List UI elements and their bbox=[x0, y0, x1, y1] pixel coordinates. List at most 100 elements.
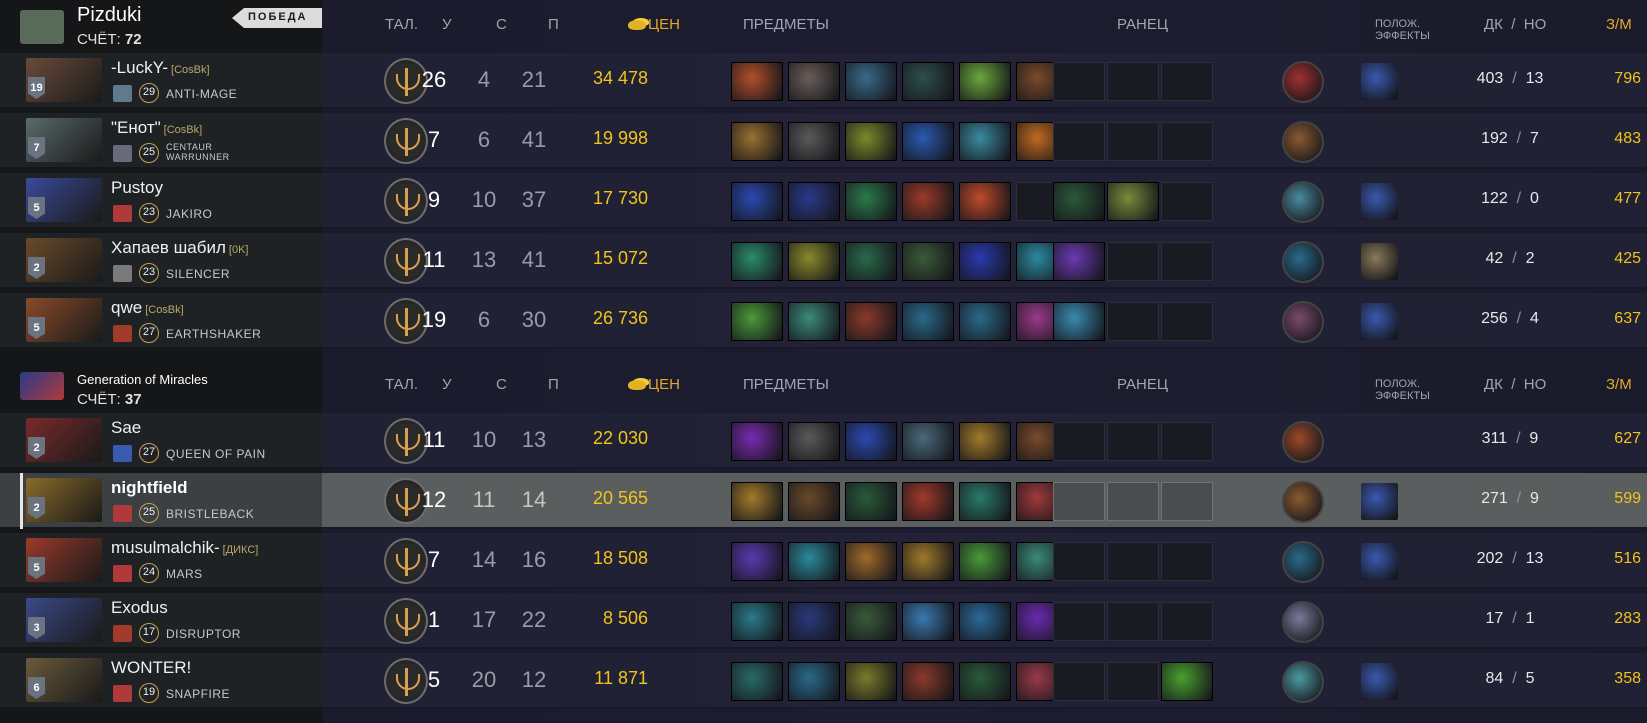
backpack-slot[interactable] bbox=[1161, 542, 1213, 581]
item-icon[interactable] bbox=[959, 602, 1011, 641]
neutral-item-icon[interactable] bbox=[1282, 241, 1324, 283]
backpack-item-icon[interactable] bbox=[1053, 242, 1105, 281]
item-icon[interactable] bbox=[902, 242, 954, 281]
item-icon[interactable] bbox=[731, 422, 783, 461]
neutral-item-icon[interactable] bbox=[1282, 421, 1324, 463]
stats-row[interactable]: 7 14 16 18 508 202 / 13 516 bbox=[322, 533, 1647, 589]
neutral-item-icon[interactable] bbox=[1282, 481, 1324, 523]
stats-row[interactable]: 11 10 13 22 030 311 / 9 627 bbox=[322, 413, 1647, 469]
player-name[interactable]: WONTER! bbox=[111, 658, 191, 678]
item-icon[interactable] bbox=[902, 482, 954, 521]
backpack-slot[interactable] bbox=[1053, 662, 1105, 701]
backpack-item-icon[interactable] bbox=[1053, 182, 1105, 221]
item-icon[interactable] bbox=[731, 242, 783, 281]
backpack-slot[interactable] bbox=[1107, 122, 1159, 161]
item-icon[interactable] bbox=[788, 602, 840, 641]
item-icon[interactable] bbox=[845, 302, 897, 341]
player-name[interactable]: Хапаев шабил [0K] bbox=[111, 238, 249, 258]
backpack-slot[interactable] bbox=[1107, 602, 1159, 641]
stats-row[interactable]: 11 13 41 15 072 42 / 2 425 bbox=[322, 233, 1647, 289]
backpack-slot[interactable] bbox=[1161, 602, 1213, 641]
player-name[interactable]: Sae bbox=[111, 418, 141, 438]
stats-row[interactable]: 26 4 21 34 478 403 / 13 796 bbox=[322, 53, 1647, 109]
backpack-slot[interactable] bbox=[1053, 542, 1105, 581]
backpack-item-icon[interactable] bbox=[1107, 182, 1159, 221]
neutral-item-icon[interactable] bbox=[1282, 121, 1324, 163]
player-row[interactable]: 19 -LuckY- [CosBk] 29 ANTI-MAGE bbox=[0, 53, 322, 109]
item-icon[interactable] bbox=[788, 482, 840, 521]
item-icon[interactable] bbox=[902, 662, 954, 701]
player-name[interactable]: Pustoy bbox=[111, 178, 163, 198]
neutral-item-icon[interactable] bbox=[1282, 61, 1324, 103]
item-icon[interactable] bbox=[731, 182, 783, 221]
player-name[interactable]: qwe [CosBk] bbox=[111, 298, 184, 318]
stats-row[interactable]: 1 17 22 8 506 17 / 1 283 bbox=[322, 593, 1647, 649]
backpack-slot[interactable] bbox=[1161, 242, 1213, 281]
item-icon[interactable] bbox=[788, 662, 840, 701]
backpack-slot[interactable] bbox=[1053, 62, 1105, 101]
item-icon[interactable] bbox=[959, 302, 1011, 341]
item-icon[interactable] bbox=[845, 422, 897, 461]
backpack-slot[interactable] bbox=[1161, 122, 1213, 161]
neutral-item-icon[interactable] bbox=[1282, 301, 1324, 343]
player-name[interactable]: nightfield bbox=[111, 478, 187, 498]
item-icon[interactable] bbox=[788, 422, 840, 461]
item-icon[interactable] bbox=[845, 542, 897, 581]
backpack-slot[interactable] bbox=[1161, 482, 1213, 521]
backpack-slot[interactable] bbox=[1107, 302, 1159, 341]
item-icon[interactable] bbox=[902, 62, 954, 101]
player-row[interactable]: 2 nightfield 25 BRISTLEBACK bbox=[0, 473, 322, 529]
item-icon[interactable] bbox=[902, 422, 954, 461]
player-name[interactable]: musulmalchik- [ДИКС] bbox=[111, 538, 258, 558]
item-icon[interactable] bbox=[845, 662, 897, 701]
backpack-slot[interactable] bbox=[1161, 422, 1213, 461]
backpack-slot[interactable] bbox=[1107, 422, 1159, 461]
stats-row[interactable]: 9 10 37 17 730 122 / 0 477 bbox=[322, 173, 1647, 229]
item-icon[interactable] bbox=[788, 302, 840, 341]
item-icon[interactable] bbox=[959, 182, 1011, 221]
backpack-slot[interactable] bbox=[1053, 482, 1105, 521]
backpack-item-icon[interactable] bbox=[1161, 662, 1213, 701]
item-icon[interactable] bbox=[959, 122, 1011, 161]
item-icon[interactable] bbox=[902, 302, 954, 341]
item-icon[interactable] bbox=[845, 602, 897, 641]
item-icon[interactable] bbox=[959, 662, 1011, 701]
player-name[interactable]: Exodus bbox=[111, 598, 168, 618]
backpack-slot[interactable] bbox=[1053, 122, 1105, 161]
item-icon[interactable] bbox=[731, 602, 783, 641]
item-icon[interactable] bbox=[731, 482, 783, 521]
stats-row[interactable]: 12 11 14 20 565 271 / 9 599 bbox=[322, 473, 1647, 529]
backpack-item-icon[interactable] bbox=[1053, 302, 1105, 341]
item-icon[interactable] bbox=[959, 482, 1011, 521]
neutral-item-icon[interactable] bbox=[1282, 541, 1324, 583]
backpack-slot[interactable] bbox=[1107, 62, 1159, 101]
item-icon[interactable] bbox=[788, 182, 840, 221]
item-icon[interactable] bbox=[731, 302, 783, 341]
item-icon[interactable] bbox=[788, 542, 840, 581]
item-icon[interactable] bbox=[845, 182, 897, 221]
item-icon[interactable] bbox=[902, 182, 954, 221]
backpack-slot[interactable] bbox=[1107, 482, 1159, 521]
stats-row[interactable]: 19 6 30 26 736 256 / 4 637 bbox=[322, 293, 1647, 349]
backpack-slot[interactable] bbox=[1107, 662, 1159, 701]
item-icon[interactable] bbox=[959, 542, 1011, 581]
stats-row[interactable]: 7 6 41 19 998 192 / 7 483 bbox=[322, 113, 1647, 169]
backpack-slot[interactable] bbox=[1161, 62, 1213, 101]
stats-row[interactable]: 5 20 12 11 871 84 / 5 358 bbox=[322, 653, 1647, 709]
item-icon[interactable] bbox=[902, 122, 954, 161]
item-icon[interactable] bbox=[788, 62, 840, 101]
item-icon[interactable] bbox=[845, 482, 897, 521]
item-icon[interactable] bbox=[845, 242, 897, 281]
item-icon[interactable] bbox=[731, 662, 783, 701]
item-icon[interactable] bbox=[731, 62, 783, 101]
player-name[interactable]: "Енот" [CosBk] bbox=[111, 118, 202, 138]
player-row[interactable]: 2 Sae 27 QUEEN OF PAIN bbox=[0, 413, 322, 469]
player-row[interactable]: 2 Хапаев шабил [0K] 23 SILENCER bbox=[0, 233, 322, 289]
player-row[interactable]: 3 Exodus 17 DISRUPTOR bbox=[0, 593, 322, 649]
item-icon[interactable] bbox=[845, 62, 897, 101]
backpack-slot[interactable] bbox=[1107, 242, 1159, 281]
backpack-slot[interactable] bbox=[1053, 602, 1105, 641]
player-row[interactable]: 7 "Енот" [CosBk] 25 CENTAUR WARRUNNER bbox=[0, 113, 322, 169]
item-icon[interactable] bbox=[959, 422, 1011, 461]
item-icon[interactable] bbox=[845, 122, 897, 161]
